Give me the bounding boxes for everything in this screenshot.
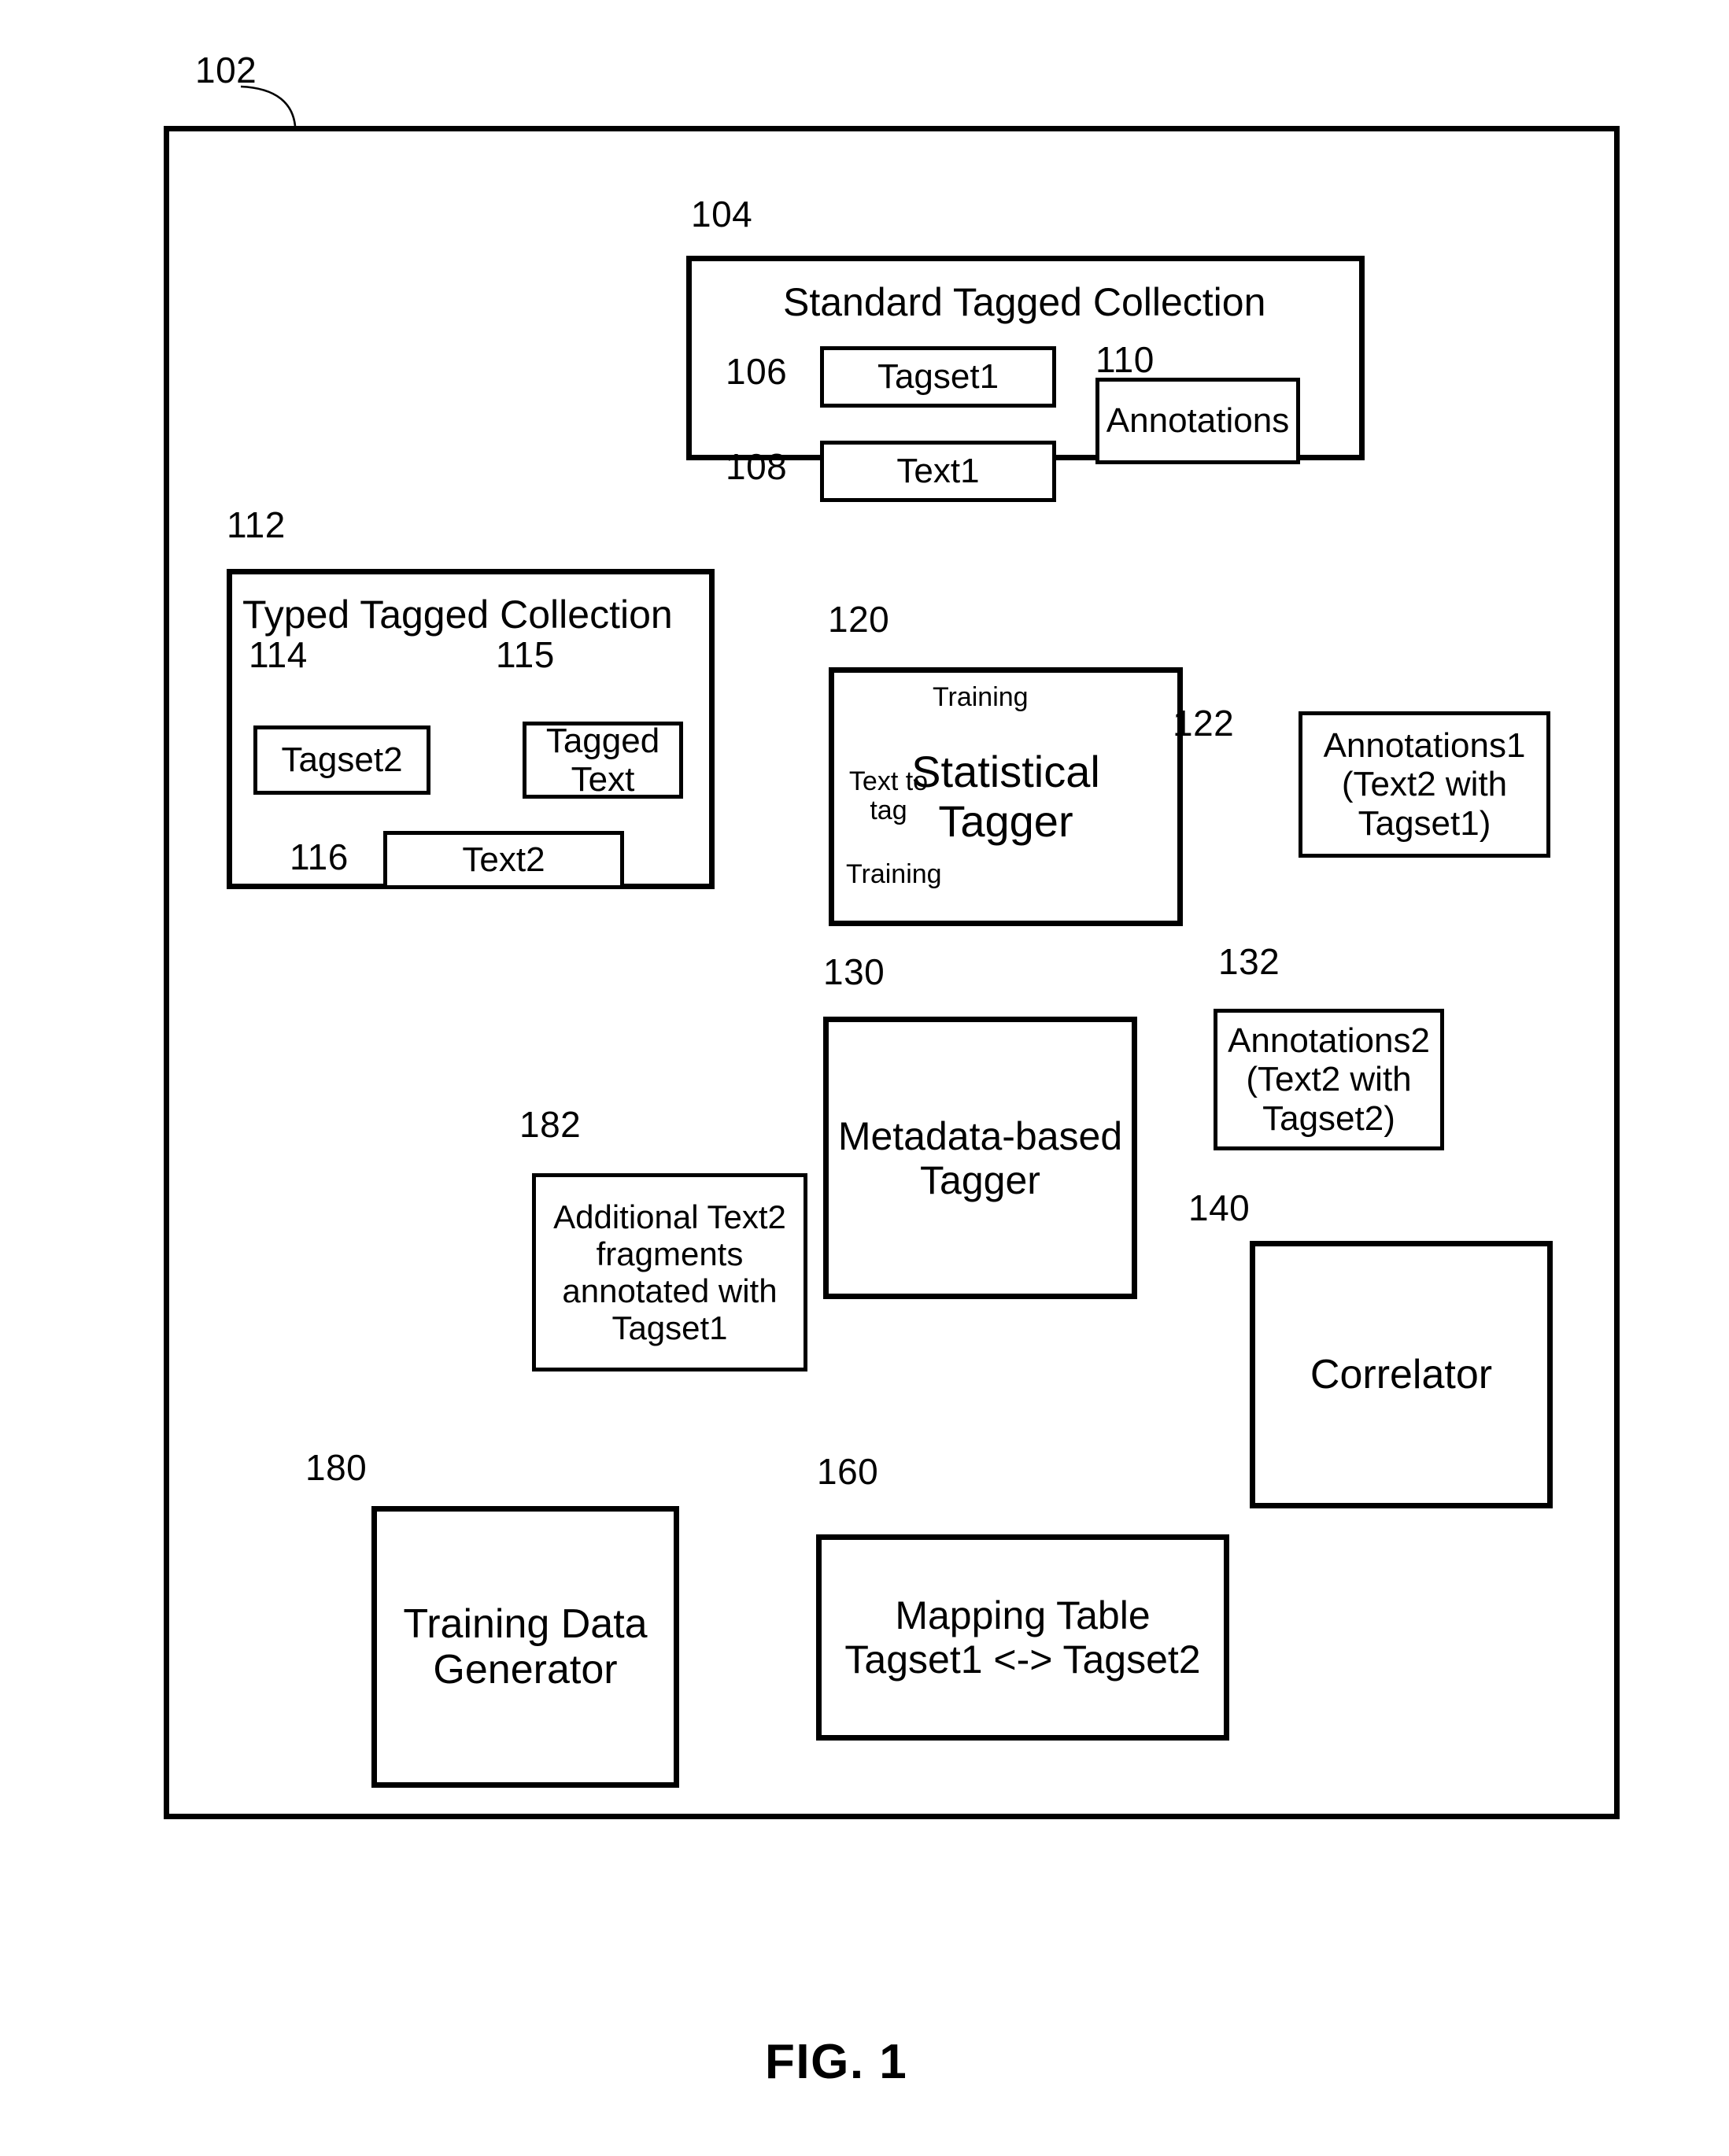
statistical-tagger-label: Statistical Tagger	[911, 746, 1100, 846]
ref-115: 115	[496, 634, 555, 675]
additional-text2-fragments-label: Additional Text2 fragments annotated wit…	[553, 1198, 786, 1347]
metadata-based-tagger-label: Metadata-based Tagger	[837, 1113, 1123, 1202]
mapping-table-label: Mapping Table Tagset1 <-> Tagset2	[844, 1593, 1201, 1682]
ref-120: 120	[828, 599, 890, 640]
ref-114: 114	[249, 634, 308, 675]
text1-label: Text1	[896, 452, 980, 491]
tagged-text-label: Tagged Text	[545, 721, 660, 799]
tagged-text-box-115: Tagged Text	[523, 722, 683, 799]
annotations1-label: Annotations1 (Text2 with Tagset1)	[1323, 726, 1526, 843]
training-data-generator-180: Training Data Generator	[371, 1506, 679, 1788]
typed-tagged-collection-title: Typed Tagged Collection	[242, 593, 673, 637]
ref-106: 106	[726, 351, 788, 392]
annotations1-box-122: Annotations1 (Text2 with Tagset1)	[1299, 711, 1550, 858]
annotations2-box-132: Annotations2 (Text2 with Tagset2)	[1214, 1009, 1444, 1150]
text2-box-116: Text2	[383, 831, 624, 889]
mapping-table-160: Mapping Table Tagset1 <-> Tagset2	[816, 1534, 1229, 1741]
port-training-bottom-label: Training	[846, 859, 942, 889]
port-training-top-label: Training	[933, 682, 1029, 712]
ref-140: 140	[1188, 1187, 1251, 1228]
port-text-to-tag-label: Text to tag	[848, 766, 929, 826]
ref-116: 116	[290, 836, 349, 877]
ref-130: 130	[823, 951, 885, 992]
training-data-generator-label: Training Data Generator	[403, 1600, 648, 1693]
tagset1-box-106: Tagset1	[820, 346, 1056, 408]
tagset1-label: Tagset1	[877, 357, 999, 397]
ref-102: 102	[195, 50, 257, 90]
figure-caption: FIG. 1	[765, 2035, 908, 2089]
ref-108: 108	[726, 446, 788, 487]
ref-160: 160	[817, 1451, 879, 1492]
ref-182: 182	[519, 1104, 582, 1145]
ref-132: 132	[1218, 941, 1280, 982]
ref-112: 112	[227, 504, 286, 545]
annotations2-label: Annotations2 (Text2 with Tagset2)	[1228, 1021, 1430, 1138]
standard-tagged-collection-title: Standard Tagged Collection	[783, 280, 1266, 324]
additional-text2-fragments-182: Additional Text2 fragments annotated wit…	[532, 1173, 807, 1371]
ref-110: 110	[1095, 339, 1155, 380]
correlator-label: Correlator	[1310, 1351, 1493, 1397]
figure-canvas: 102 Standard Tagged Collection 104 Tagse…	[0, 0, 1729, 2156]
ref-122: 122	[1173, 703, 1235, 744]
annotations-label: Annotations	[1106, 401, 1290, 441]
text1-box-108: Text1	[820, 441, 1056, 502]
ref-104: 104	[691, 194, 753, 234]
text2-label: Text2	[462, 840, 545, 880]
ref-180: 180	[305, 1447, 368, 1488]
tagset2-label: Tagset2	[281, 740, 403, 780]
tagset2-box-114: Tagset2	[253, 725, 430, 795]
metadata-based-tagger-130: Metadata-based Tagger	[823, 1017, 1137, 1299]
correlator-140: Correlator	[1250, 1241, 1553, 1508]
annotations-box-110: Annotations	[1095, 378, 1300, 464]
